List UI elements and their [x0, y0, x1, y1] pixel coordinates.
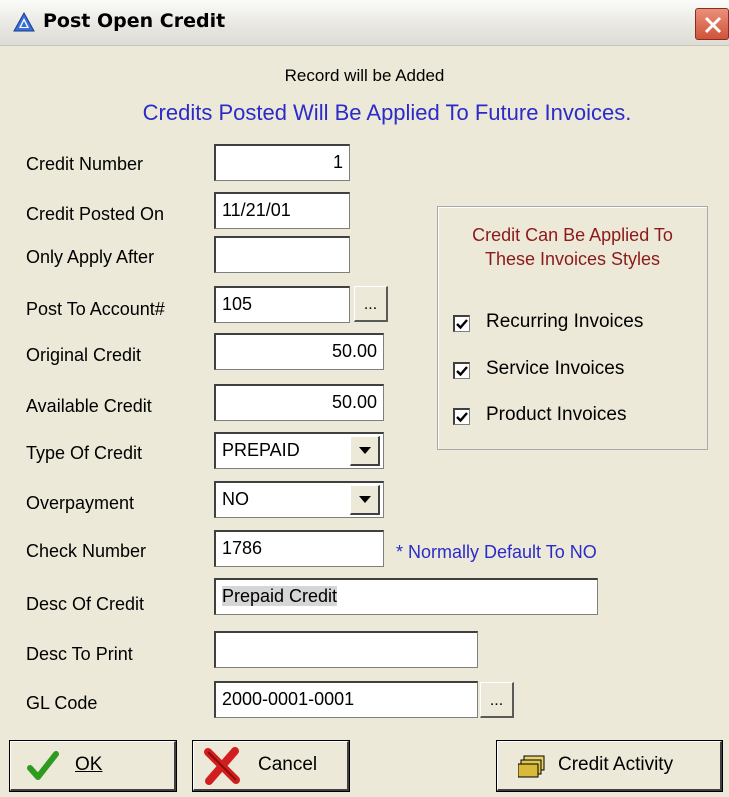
- overpayment-hint: * Normally Default To NO: [396, 542, 597, 562]
- original-credit-field[interactable]: 50.00: [214, 333, 384, 370]
- invoice-styles-group: Credit Can Be Applied To These Invoices …: [437, 206, 708, 450]
- desc-of-credit-label: Desc Of Credit: [26, 594, 145, 614]
- invoice-styles-title-line1: Credit Can Be Applied To: [472, 225, 673, 245]
- recurring-invoices-label: Recurring Invoices: [486, 311, 644, 332]
- credit-posted-on-label: Credit Posted On: [26, 204, 165, 224]
- service-invoices-checkbox[interactable]: [453, 362, 470, 379]
- desc-to-print-label: Desc To Print: [26, 644, 133, 664]
- cancel-button[interactable]: Cancel: [192, 740, 350, 792]
- chevron-down-icon: [359, 447, 371, 454]
- checkmark-icon: [456, 319, 468, 330]
- ok-button[interactable]: OK: [9, 740, 177, 792]
- post-to-account-field[interactable]: 105: [214, 286, 350, 323]
- gl-code-browse-button[interactable]: ...: [480, 682, 514, 718]
- credit-number-field[interactable]: 1: [214, 144, 350, 181]
- overpayment-dropdown-button[interactable]: [350, 485, 380, 515]
- overpayment-value: NO: [222, 489, 249, 509]
- close-button[interactable]: [695, 8, 729, 40]
- credit-posted-on-field[interactable]: 11/21/01: [214, 192, 350, 229]
- gl-code-label: GL Code: [26, 693, 98, 713]
- desc-of-credit-value: Prepaid Credit: [222, 586, 338, 606]
- window-title: Post Open Credit: [43, 10, 226, 32]
- title-bar[interactable]: Post Open Credit: [0, 0, 729, 46]
- check-number-label: Check Number: [26, 541, 147, 561]
- triangle-app-icon: [13, 11, 35, 32]
- product-invoices-checkbox[interactable]: [453, 408, 470, 425]
- overpayment-label: Overpayment: [26, 493, 135, 513]
- credit-number-label: Credit Number: [26, 154, 144, 174]
- chevron-down-icon: [359, 496, 371, 503]
- invoice-styles-title: Credit Can Be Applied To These Invoices …: [438, 223, 707, 271]
- checkmark-icon: [456, 412, 468, 423]
- type-of-credit-dropdown-button[interactable]: [350, 436, 380, 466]
- product-invoices-label: Product Invoices: [486, 404, 627, 425]
- only-apply-after-field[interactable]: [214, 236, 350, 273]
- ok-button-label: OK: [75, 754, 103, 775]
- available-credit-field[interactable]: 50.00: [214, 384, 384, 421]
- type-of-credit-label: Type Of Credit: [26, 443, 143, 463]
- available-credit-label: Available Credit: [26, 396, 152, 416]
- dialog-body: Record will be Added Credits Posted Will…: [0, 46, 729, 797]
- type-of-credit-value: PREPAID: [222, 440, 300, 460]
- credit-activity-button-label: Credit Activity: [558, 754, 674, 775]
- only-apply-after-label: Only Apply After: [26, 247, 155, 267]
- invoice-styles-title-line2: These Invoices Styles: [484, 249, 661, 269]
- credit-activity-button[interactable]: Credit Activity: [496, 740, 723, 792]
- record-status-text: Record will be Added: [284, 66, 445, 85]
- red-x-icon: [202, 747, 242, 789]
- folders-icon: [517, 754, 546, 782]
- post-to-account-label: Post To Account#: [26, 299, 165, 319]
- checkmark-icon: [456, 366, 468, 377]
- service-invoices-label: Service Invoices: [486, 358, 625, 379]
- green-check-icon: [27, 751, 59, 785]
- info-banner: Credits Posted Will Be Applied To Future…: [142, 100, 632, 125]
- recurring-invoices-checkbox[interactable]: [453, 315, 470, 332]
- account-browse-button[interactable]: ...: [354, 286, 388, 322]
- desc-of-credit-field[interactable]: Prepaid Credit: [214, 578, 598, 615]
- close-x-icon: [704, 16, 722, 34]
- check-number-field[interactable]: 1786: [214, 530, 384, 567]
- cancel-button-label: Cancel: [258, 754, 318, 775]
- desc-to-print-field[interactable]: [214, 631, 478, 668]
- original-credit-label: Original Credit: [26, 345, 142, 365]
- gl-code-field[interactable]: 2000-0001-0001: [214, 681, 478, 718]
